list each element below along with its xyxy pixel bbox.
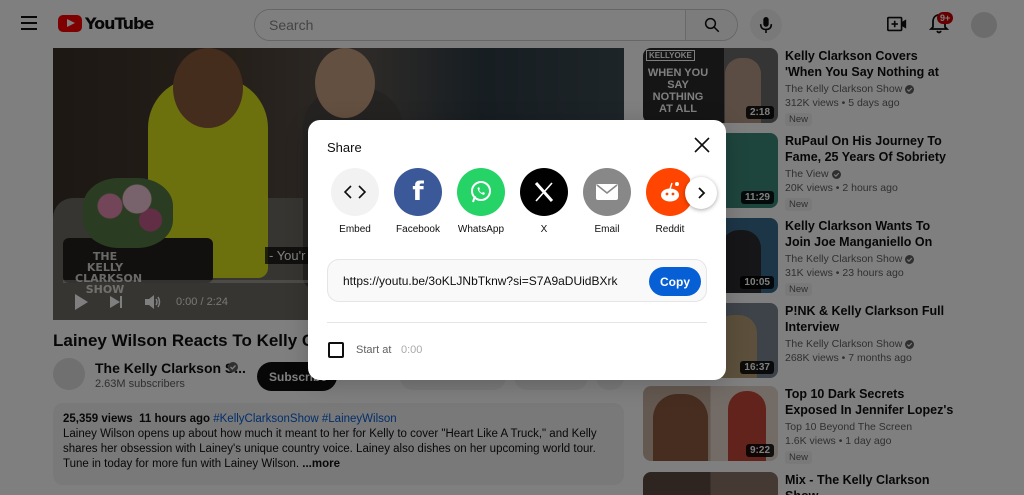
facebook-icon: f [394,168,442,216]
share-target-label: Embed [339,224,371,235]
copy-button[interactable]: Copy [649,267,701,296]
share-target-label: Email [594,224,620,235]
start-at-time-input[interactable]: 0:00 [401,344,422,356]
share-targets-next-button[interactable] [685,177,717,209]
share-link-text[interactable]: https://youtu.be/3oKLJNbTknw?si=S7A9aDUi… [343,274,617,288]
share-link-field[interactable]: https://youtu.be/3oKLJNbTknw?si=S7A9aDUi… [327,259,707,302]
share-target-label: X [540,224,548,235]
embed-icon [331,168,379,216]
share-target-facebook[interactable]: f Facebook [388,168,448,235]
whatsapp-icon [457,168,505,216]
start-at-checkbox[interactable] [328,342,344,358]
close-icon[interactable] [692,135,712,155]
x-icon [520,168,568,216]
share-target-whatsapp[interactable]: WhatsApp [451,168,511,235]
share-target-label: Reddit [655,224,685,235]
share-target-label: Facebook [396,224,440,235]
share-target-embed[interactable]: Embed [330,168,385,235]
email-icon [583,168,631,216]
share-target-reddit[interactable]: Reddit [640,168,690,235]
divider [327,322,707,323]
chevron-right-icon [698,187,706,199]
share-dialog-title: Share [327,140,362,155]
share-targets-row: Embed f Facebook WhatsApp X Email Reddit [330,168,690,238]
share-target-x[interactable]: X [514,168,574,235]
share-target-email[interactable]: Email [577,168,637,235]
share-target-label: WhatsApp [457,224,505,235]
reddit-icon [646,168,690,216]
start-at-label: Start at [356,344,392,356]
share-dialog: Share Embed f Facebook WhatsApp X Email … [308,120,726,380]
